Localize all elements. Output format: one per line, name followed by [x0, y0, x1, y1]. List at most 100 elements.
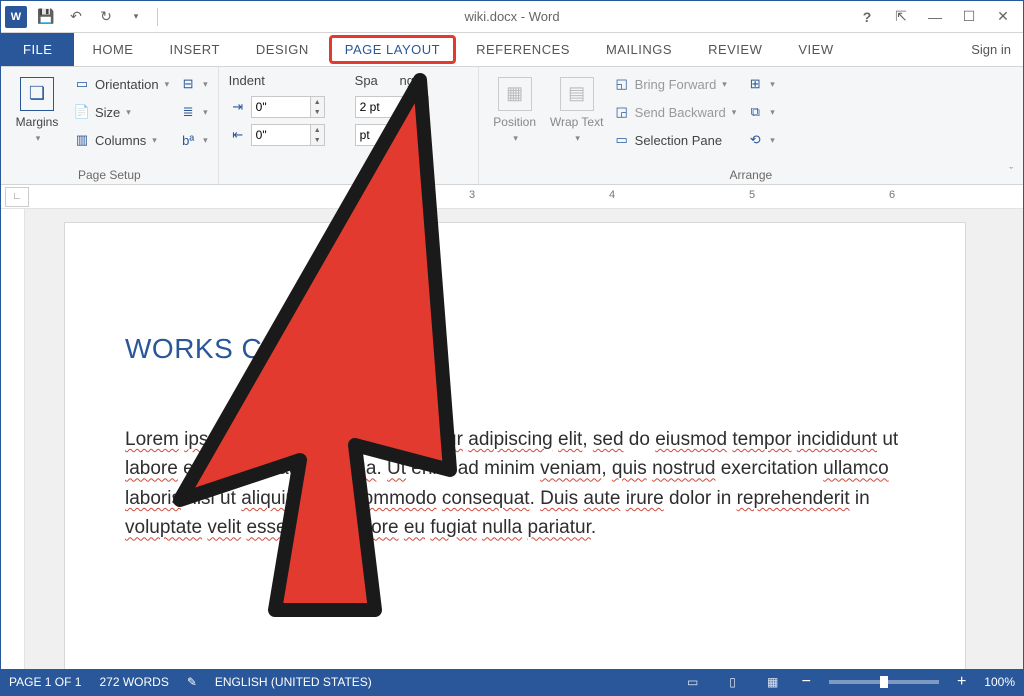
spacing-after-input[interactable]	[355, 124, 415, 146]
indent-left-icon: ⇥	[229, 98, 247, 116]
spin-down-icon[interactable]: ▼	[415, 135, 428, 145]
orientation-button[interactable]: ▭Orientation▾	[71, 71, 171, 97]
qat-customize-icon[interactable]: ▾	[125, 6, 147, 28]
tab-references[interactable]: REFERENCES	[458, 33, 588, 66]
chevron-down-icon: ▾	[722, 79, 727, 90]
spacing-after-spinner[interactable]: ▲▼	[355, 122, 429, 148]
line-numbers-icon: ≣	[179, 103, 197, 121]
page-indicator[interactable]: PAGE 1 OF 1	[9, 675, 81, 689]
bring-forward-button[interactable]: ◱Bring Forward▾	[611, 71, 739, 97]
margins-label: Margins	[16, 115, 59, 129]
read-mode-icon[interactable]: ▭	[682, 673, 704, 691]
tab-design[interactable]: DESIGN	[238, 33, 327, 66]
zoom-level[interactable]: 100%	[984, 675, 1015, 689]
save-icon[interactable]: 💾	[35, 6, 57, 28]
group-page-setup: ❏ Margins ▾ ▭Orientation▾ 📄Size▾ ▥Column…	[1, 67, 219, 184]
zoom-slider[interactable]	[829, 680, 939, 684]
indent-right-input[interactable]	[251, 124, 311, 146]
redo-icon[interactable]: ↻	[95, 6, 117, 28]
hyphenation-icon: bª	[179, 131, 197, 149]
chevron-down-icon: ▾	[203, 107, 208, 118]
spin-up-icon[interactable]: ▲	[311, 97, 324, 107]
send-backward-button[interactable]: ◲Send Backward▾	[611, 99, 739, 125]
indent-left-input[interactable]	[251, 96, 311, 118]
print-layout-icon[interactable]: ▯	[722, 673, 744, 691]
window-controls: ? ⇱ — ☐ ✕	[853, 7, 1023, 27]
collapse-ribbon-icon[interactable]: ˇ	[1009, 166, 1013, 178]
wrap-text-button[interactable]: ▤ Wrap Text ▾	[549, 71, 605, 149]
document-body[interactable]: Lorem ipsum dolor sit amet, consectetur …	[125, 425, 905, 543]
spin-up-icon[interactable]: ▲	[415, 125, 428, 135]
ruler-number: 4	[609, 189, 615, 201]
spin-down-icon[interactable]: ▼	[415, 107, 428, 117]
zoom-out-button[interactable]: −	[802, 673, 811, 691]
word-app-icon[interactable]: W	[5, 6, 27, 28]
hyphenation-button[interactable]: bª▾	[177, 127, 210, 153]
web-layout-icon[interactable]: ▦	[762, 673, 784, 691]
zoom-thumb[interactable]	[880, 676, 888, 688]
ribbon-display-options-icon[interactable]: ⇱	[887, 7, 915, 27]
chevron-down-icon: ▾	[165, 79, 170, 90]
columns-button[interactable]: ▥Columns▾	[71, 127, 171, 153]
selection-pane-icon: ▭	[613, 131, 631, 149]
spin-down-icon[interactable]: ▼	[311, 107, 324, 117]
ruler-number: 5	[749, 189, 755, 201]
status-bar: PAGE 1 OF 1 272 WORDS ✎ ENGLISH (UNITED …	[1, 669, 1023, 695]
chevron-down-icon: ▾	[203, 79, 208, 90]
spin-up-icon[interactable]: ▲	[311, 125, 324, 135]
word-count[interactable]: 272 WORDS	[99, 675, 168, 689]
tab-mailings[interactable]: MAILINGS	[588, 33, 690, 66]
spacing-after-control[interactable]: ▲▼	[353, 122, 431, 148]
help-icon[interactable]: ?	[853, 7, 881, 27]
breaks-button[interactable]: ⊟▾	[177, 71, 210, 97]
align-button[interactable]: ⊞▾	[744, 71, 777, 97]
line-numbers-button[interactable]: ≣▾	[177, 99, 210, 125]
quick-access-toolbar: W 💾 ↶ ↻ ▾	[1, 6, 160, 28]
horizontal-ruler[interactable]: ∟ 3 4 5 6	[1, 185, 1023, 209]
indent-left-control[interactable]: ⇥ ▲▼	[227, 94, 327, 120]
indent-right-spinner[interactable]: ▲▼	[251, 122, 325, 148]
margins-button[interactable]: ❏ Margins ▾	[9, 71, 65, 149]
sign-in-link[interactable]: Sign in	[959, 33, 1023, 66]
zoom-in-button[interactable]: +	[957, 673, 966, 691]
chevron-down-icon: ▾	[126, 107, 131, 118]
tab-page-layout[interactable]: PAGE LAYOUT	[327, 33, 458, 66]
minimize-icon[interactable]: —	[921, 7, 949, 27]
indent-left-spinner[interactable]: ▲▼	[251, 94, 325, 120]
document-heading[interactable]: WORKS CITED	[125, 333, 905, 365]
breaks-icon: ⊟	[179, 75, 197, 93]
rotate-button[interactable]: ⟲▾	[744, 127, 777, 153]
language-indicator[interactable]: ENGLISH (UNITED STATES)	[215, 675, 372, 689]
undo-icon[interactable]: ↶	[65, 6, 87, 28]
tab-insert[interactable]: INSERT	[151, 33, 237, 66]
indent-right-control[interactable]: ⇤ ▲▼	[227, 122, 327, 148]
chevron-down-icon: ▾	[770, 107, 775, 118]
group-paragraph: Indent ⇥ ▲▼ ⇤ ▲▼	[219, 67, 479, 184]
word-app: W 💾 ↶ ↻ ▾ wiki.docx - Word ? ⇱ — ☐ ✕ FIL…	[0, 0, 1024, 696]
spin-up-icon[interactable]: ▲	[415, 97, 428, 107]
margins-icon: ❏	[20, 77, 54, 111]
tab-file[interactable]: FILE	[1, 33, 74, 66]
close-icon[interactable]: ✕	[989, 7, 1017, 27]
spellcheck-status[interactable]: ✎	[187, 675, 197, 689]
position-button[interactable]: ▦ Position ▾	[487, 71, 543, 149]
title-bar: W 💾 ↶ ↻ ▾ wiki.docx - Word ? ⇱ — ☐ ✕	[1, 1, 1023, 33]
size-button[interactable]: 📄Size▾	[71, 99, 171, 125]
document-page[interactable]: WORKS CITED Lorem ipsum dolor sit amet, …	[65, 223, 965, 669]
spacing-before-input[interactable]	[355, 96, 415, 118]
spacing-before-spinner[interactable]: ▲▼	[355, 94, 429, 120]
spin-down-icon[interactable]: ▼	[311, 135, 324, 145]
selection-pane-button[interactable]: ▭Selection Pane	[611, 127, 739, 153]
vertical-ruler[interactable]	[1, 209, 25, 669]
tab-home[interactable]: HOME	[74, 33, 151, 66]
tab-view[interactable]: VIEW	[780, 33, 851, 66]
tab-selector[interactable]: ∟	[5, 187, 29, 207]
spacing-before-control[interactable]: ▲▼	[353, 94, 431, 120]
tab-review[interactable]: REVIEW	[690, 33, 780, 66]
wrap-text-icon: ▤	[560, 77, 594, 111]
separator	[157, 8, 158, 26]
group-objects-button[interactable]: ⧉▾	[744, 99, 777, 125]
maximize-icon[interactable]: ☐	[955, 7, 983, 27]
chevron-down-icon: ▾	[770, 135, 775, 146]
indent-right-icon: ⇤	[229, 126, 247, 144]
